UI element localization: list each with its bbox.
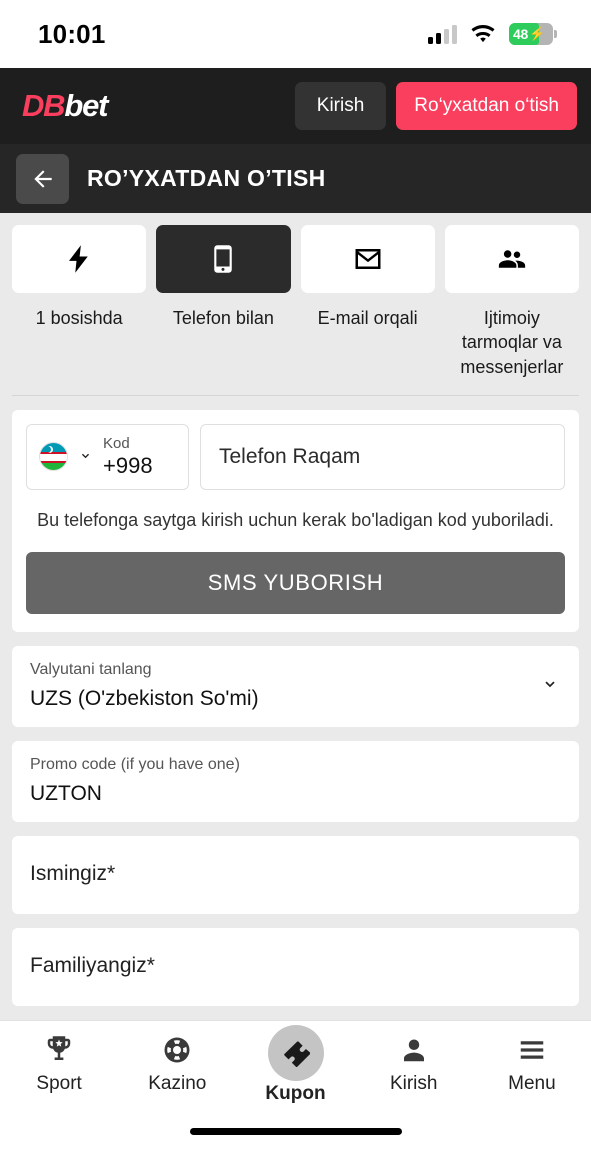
nav-item-kazino[interactable]: Kazino <box>118 1031 236 1095</box>
sms-hint-text: Bu telefonga saytga kirish uchun kerak b… <box>37 509 554 530</box>
ticket-icon <box>283 1041 310 1067</box>
tab-one-click-box <box>12 225 147 293</box>
nav-label-menu: Menu <box>508 1073 556 1094</box>
battery-charging-icon: ⚡ <box>528 26 546 41</box>
nav-icon-wrap-sport <box>44 1031 74 1069</box>
nav-item-kirish[interactable]: Kirish <box>355 1031 473 1095</box>
currency-value: UZS (O'zbekiston So'mi) <box>30 686 259 710</box>
nav-icon-wrap-kirish <box>399 1031 429 1069</box>
page-body: 1 bosishda Telefon bilan E-mail orqali I… <box>0 213 591 1020</box>
send-sms-button[interactable]: SMS YUBORISH <box>26 552 565 615</box>
chevron-down-icon <box>81 454 90 459</box>
tab-email-box <box>300 225 435 293</box>
nav-label-kirish: Kirish <box>389 1073 438 1094</box>
phone-input-row: Kod +998 <box>26 423 565 490</box>
status-bar: 10:01 48 ⚡ <box>0 0 591 68</box>
trophy-icon <box>47 1036 71 1060</box>
nav-icon-wrap-kazino <box>162 1031 192 1069</box>
login-button[interactable]: Kirish <box>294 82 387 130</box>
logo-bet-text: bet <box>64 88 108 123</box>
envelope-icon <box>355 249 381 269</box>
register-button[interactable]: Ro‘yxatdan o‘tish <box>396 82 577 130</box>
last-name-field[interactable]: Familiyangiz* <box>12 928 579 1006</box>
bottom-navigation: Sport Kazino Kupon Kirish Menu <box>0 1020 591 1112</box>
tab-phone-label: Telefon bilan <box>172 308 274 328</box>
dbbet-logo[interactable]: DBbet <box>22 88 108 124</box>
tab-phone-box <box>156 225 291 293</box>
header-actions: Kirish Ro‘yxatdan o‘tish <box>294 82 577 130</box>
tab-email-label: E-mail orqali <box>317 308 418 328</box>
nav-item-menu[interactable]: Menu <box>473 1031 591 1095</box>
wifi-icon <box>471 24 495 42</box>
mobile-phone-icon <box>214 245 233 273</box>
hamburger-menu-icon <box>520 1041 544 1059</box>
promo-code-label: Promo code (if you have one) <box>30 755 240 773</box>
nav-item-kupon[interactable]: Kupon <box>236 1025 354 1105</box>
first-name-placeholder: Ismingiz* <box>30 861 116 885</box>
page-title: RO’YXATDAN O’TISH <box>87 165 326 191</box>
battery-indicator: 48 ⚡ <box>509 23 557 45</box>
first-name-card: Ismingiz* <box>12 835 579 914</box>
back-button[interactable] <box>16 153 69 204</box>
tab-social-box <box>444 225 579 293</box>
battery-percent: 48 <box>513 26 528 42</box>
tab-email[interactable]: E-mail orqali <box>300 225 435 379</box>
country-code-label: Kod <box>103 434 130 452</box>
nav-icon-wrap-kupon <box>267 1025 324 1081</box>
status-time: 10:01 <box>38 18 106 49</box>
promo-code-card: Promo code (if you have one) UZTON <box>12 740 579 822</box>
phone-registration-card: Kod +998 Bu telefonga saytga kirish uchu… <box>12 409 579 633</box>
chevron-down-icon <box>545 681 555 688</box>
brand-header: DBbet Kirish Ro‘yxatdan o‘tish <box>0 68 591 144</box>
status-indicators: 48 ⚡ <box>428 23 557 45</box>
page-title-bar: RO’YXATDAN O’TISH <box>0 144 591 213</box>
country-code-value: +998 <box>103 452 153 478</box>
nav-label-kazino: Kazino <box>148 1073 207 1094</box>
home-indicator[interactable] <box>189 1128 402 1135</box>
person-icon <box>403 1039 424 1062</box>
app-screen: 10:01 48 ⚡ DBbet Kirish Ro‘yxatdan o‘tis… <box>0 0 591 1151</box>
uzbekistan-flag-icon <box>39 442 68 472</box>
lightning-bolt-icon <box>69 245 88 273</box>
currency-card: Valyutani tanlang UZS (O'zbekiston So'mi… <box>12 646 579 727</box>
country-code-selector[interactable]: Kod +998 <box>26 423 189 490</box>
cellular-signal-icon <box>428 24 457 44</box>
currency-select[interactable]: Valyutani tanlang UZS (O'zbekiston So'mi… <box>12 646 579 727</box>
people-group-icon <box>498 250 525 268</box>
currency-label: Valyutani tanlang <box>30 661 152 679</box>
tab-phone[interactable]: Telefon bilan <box>156 225 291 379</box>
arrow-left-icon <box>33 169 52 188</box>
logo-db-text: DB <box>22 88 66 123</box>
promo-code-value: UZTON <box>30 781 102 805</box>
section-divider <box>12 394 579 396</box>
first-name-field[interactable]: Ismingiz* <box>12 836 579 914</box>
registration-method-tabs: 1 bosishda Telefon bilan E-mail orqali I… <box>0 213 591 379</box>
home-indicator-area <box>0 1112 591 1151</box>
nav-icon-wrap-menu <box>517 1031 547 1069</box>
phone-number-input[interactable] <box>200 423 565 490</box>
nav-item-sport[interactable]: Sport <box>0 1031 118 1095</box>
tab-social-label: Ijtimoiy tarmoqlar va messenjerlar <box>460 308 564 377</box>
tab-social[interactable]: Ijtimoiy tarmoqlar va messenjerlar <box>444 225 579 379</box>
last-name-card: Familiyangiz* <box>12 927 579 1006</box>
casino-chip-icon <box>164 1037 190 1063</box>
tab-one-click[interactable]: 1 bosishda <box>12 225 147 379</box>
promo-code-field[interactable]: Promo code (if you have one) UZTON <box>12 741 579 822</box>
nav-label-kupon: Kupon <box>265 1083 326 1104</box>
tab-one-click-label: 1 bosishda <box>35 308 123 328</box>
nav-label-sport: Sport <box>36 1073 82 1094</box>
last-name-placeholder: Familiyangiz* <box>30 953 155 977</box>
